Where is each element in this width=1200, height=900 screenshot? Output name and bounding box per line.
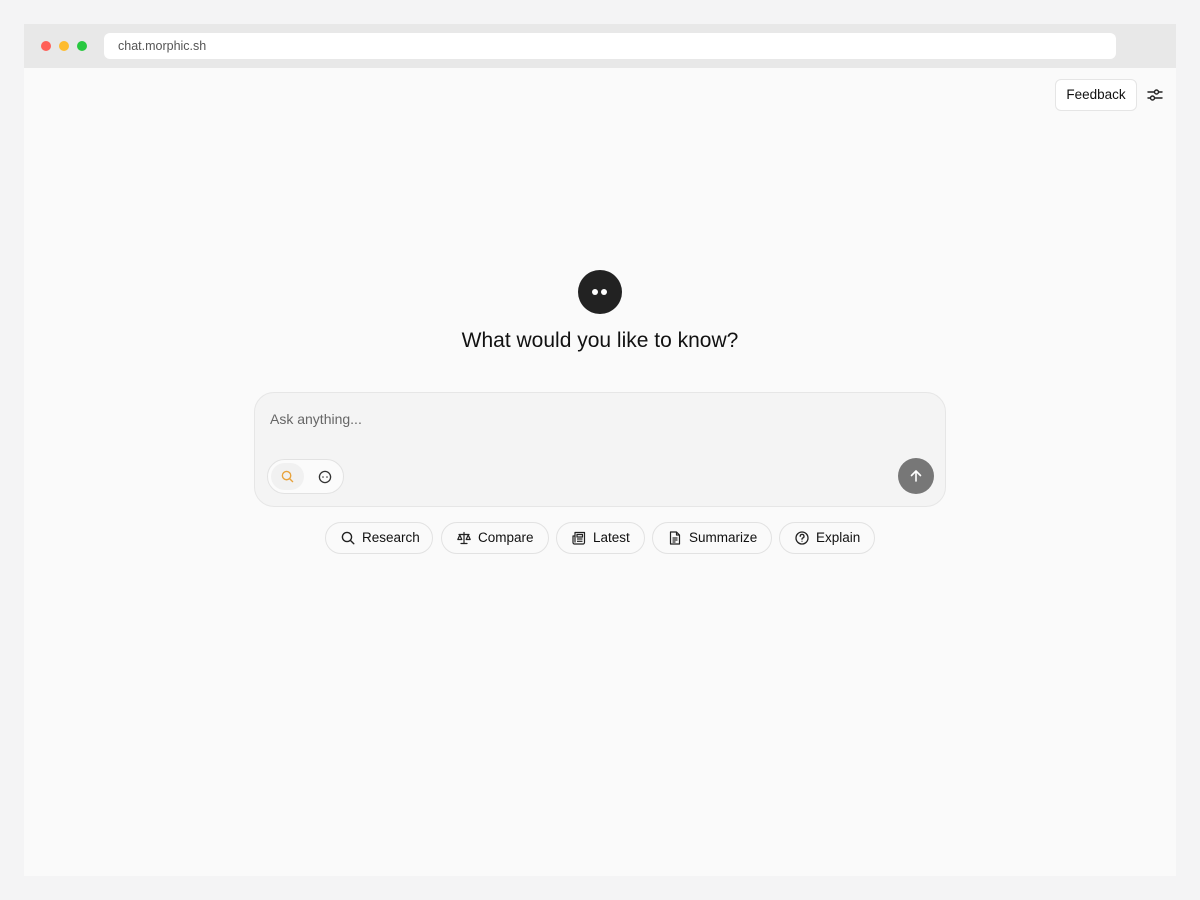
suggestion-label: Explain xyxy=(816,530,861,545)
suggestion-label: Summarize xyxy=(689,530,758,545)
chat-input[interactable] xyxy=(270,409,870,429)
settings-button[interactable] xyxy=(1145,85,1165,105)
arrow-up-icon xyxy=(910,470,922,482)
suggestion-compare[interactable]: Compare xyxy=(441,522,549,554)
scale-icon xyxy=(457,531,471,545)
browser-titlebar: chat.morphic.sh xyxy=(24,24,1176,68)
sliders-icon xyxy=(1147,89,1163,101)
page-title: What would you like to know? xyxy=(461,329,739,352)
feedback-button[interactable]: Feedback xyxy=(1055,79,1137,111)
suggestion-summarize[interactable]: Summarize xyxy=(652,522,772,554)
suggestion-research[interactable]: Research xyxy=(325,522,433,554)
chat-mode-button[interactable] xyxy=(311,463,338,490)
close-window-button[interactable] xyxy=(41,41,51,51)
suggestion-label: Compare xyxy=(478,530,534,545)
morphic-logo-icon xyxy=(578,270,622,314)
suggestion-latest[interactable]: Latest xyxy=(556,522,645,554)
search-mode-button[interactable] xyxy=(271,463,304,490)
send-button[interactable] xyxy=(898,458,934,494)
suggestion-label: Research xyxy=(362,530,420,545)
chat-dots-icon xyxy=(318,470,332,484)
maximize-window-button[interactable] xyxy=(77,41,87,51)
newspaper-icon xyxy=(572,531,586,545)
logo-eye-right xyxy=(601,289,607,295)
chat-composer xyxy=(254,392,946,507)
minimize-window-button[interactable] xyxy=(59,41,69,51)
address-bar[interactable]: chat.morphic.sh xyxy=(104,33,1116,59)
mode-toggle xyxy=(267,459,344,494)
file-text-icon xyxy=(669,531,681,545)
help-circle-icon xyxy=(795,531,809,545)
browser-window: chat.morphic.sh Feedback What would you … xyxy=(24,24,1176,876)
logo-eye-left xyxy=(592,289,598,295)
search-icon xyxy=(341,531,355,545)
suggestion-label: Latest xyxy=(593,530,630,545)
search-icon xyxy=(281,470,294,483)
suggestion-explain[interactable]: Explain xyxy=(779,522,875,554)
